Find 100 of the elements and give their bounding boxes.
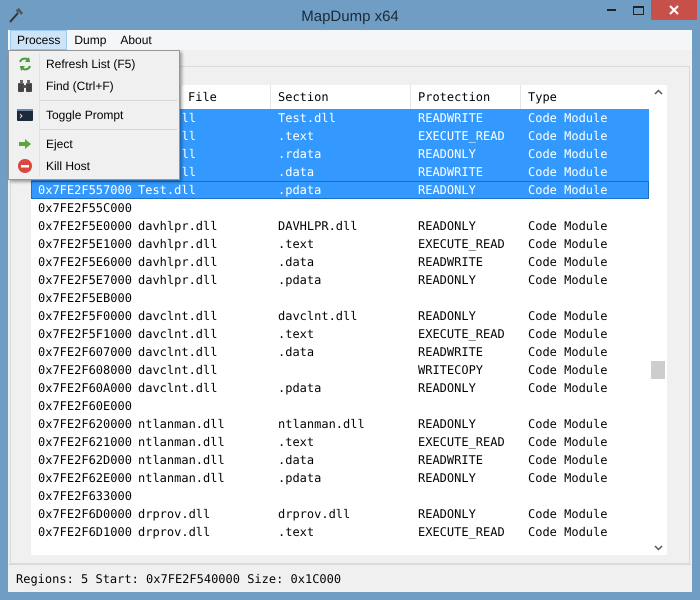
no-entry-icon: [17, 158, 33, 174]
table-row[interactable]: 0x7FE2F5F0000 davclnt.dll davclnt.dll READONLY Code Module: [31, 307, 649, 325]
table-cell: Code Module: [528, 111, 608, 125]
table-cell: EXECUTE_READ: [418, 237, 505, 251]
table-row[interactable]: 0x7FE2F55C000: [31, 199, 649, 217]
table-cell: .text: [278, 237, 314, 251]
table-cell: Code Module: [528, 255, 608, 269]
table-cell: Test.dll: [138, 183, 196, 197]
table-cell: Code Module: [528, 165, 608, 179]
table-row[interactable]: 0x7FE2F60E000: [31, 397, 649, 415]
table-cell: 0x7FE2F557000: [38, 183, 132, 197]
table-cell: davclnt.dll: [138, 381, 218, 395]
table-row[interactable]: 0x7FE2F607000 davclnt.dll .data READWRITE Code Module: [31, 343, 649, 361]
table-cell: Test.dll: [278, 111, 336, 125]
table-cell: .pdata: [278, 471, 322, 485]
table-row[interactable]: 0x7FE2F621000 ntlanman.dll .text EXECUTE_READ Code Module: [31, 433, 649, 451]
maximize-icon: [632, 6, 644, 14]
table-cell: .data: [278, 345, 314, 359]
table-cell: READONLY: [418, 147, 476, 161]
table-cell: 0x7FE2F621000: [38, 435, 132, 449]
table-row[interactable]: 0x7FE2F6D0000 drprov.dll drprov.dll READONLY Code Module: [31, 505, 649, 523]
table-cell: 0x7FE2F62D000: [38, 453, 132, 467]
table-cell: ll: [182, 147, 196, 161]
table-row[interactable]: 0x7FE2F5F1000 davclnt.dll .text EXECUTE_READ Code Module: [31, 325, 649, 343]
table-cell: 0x7FE2F60E000: [38, 399, 132, 413]
table-cell: 0x7FE2F6D0000: [38, 507, 132, 521]
table-cell: .data: [278, 255, 314, 269]
menu-item[interactable]: Process: [10, 30, 68, 50]
table-cell: 0x7FE2F620000: [38, 417, 132, 431]
table-cell: Code Module: [528, 183, 608, 197]
table-cell: READWRITE: [418, 453, 484, 467]
menu-item[interactable]: About: [113, 30, 159, 50]
table-row[interactable]: 0x7FE2F5E0000 davhlpr.dll DAVHLPR.dll READONLY Code Module: [31, 217, 649, 235]
table-cell: 0x7FE2F5E6000: [38, 255, 132, 269]
table-cell: READONLY: [418, 273, 476, 287]
table-cell: davclnt.dll: [138, 363, 218, 377]
table-cell: .text: [278, 435, 314, 449]
table-cell: READWRITE: [418, 111, 484, 125]
table-cell: Code Module: [528, 147, 608, 161]
table-cell: 0x7FE2F62E000: [38, 471, 132, 485]
table-cell: Code Module: [528, 417, 608, 431]
table-cell: EXECUTE_READ: [418, 525, 505, 539]
table-row[interactable]: 0x7FE2F5E1000 davhlpr.dll .text EXECUTE_READ Code Module: [31, 235, 649, 253]
table-cell: 0x7FE2F608000: [38, 363, 132, 377]
table-row[interactable]: 0x7FE2F5E7000 davhlpr.dll .pdata READONLY Code Module: [31, 271, 649, 289]
table-cell: davclnt.dll: [278, 309, 358, 323]
table-cell: READWRITE: [418, 345, 484, 359]
scrollbar-thumb[interactable]: [651, 361, 665, 379]
binoculars-icon: [17, 78, 33, 94]
table-cell: READONLY: [418, 417, 476, 431]
table-cell: drprov.dll: [138, 525, 210, 539]
table-cell: 0x7FE2F60A000: [38, 381, 132, 395]
table-cell: ntlanman.dll: [138, 471, 225, 485]
table-cell: 0x7FE2F5EB000: [38, 291, 132, 305]
close-button[interactable]: [651, 0, 697, 20]
window-title: MapDump x64: [301, 7, 399, 27]
table-row[interactable]: 0x7FE2F608000 davclnt.dll WRITECOPY Code Module: [31, 361, 649, 379]
table-cell: 0x7FE2F55C000: [38, 201, 132, 215]
table-cell: ntlanman.dll: [138, 417, 225, 431]
table-cell: READONLY: [418, 309, 476, 323]
table-row[interactable]: 0x7FE2F5EB000: [31, 289, 649, 307]
table-cell: READONLY: [418, 381, 476, 395]
table-cell: Code Module: [528, 435, 608, 449]
table-cell: Code Module: [528, 453, 608, 467]
table-row[interactable]: 0x7FE2F5E6000 davhlpr.dll .data READWRITE Code Module: [31, 253, 649, 271]
menu-item[interactable]: Refresh List (F5): [11, 53, 177, 75]
table-cell: Code Module: [528, 507, 608, 521]
menu-item[interactable]: Find (Ctrl+F): [11, 75, 177, 97]
table-cell: 0x7FE2F5E7000: [38, 273, 132, 287]
scroll-down-icon[interactable]: [654, 545, 662, 551]
table-cell: 0x7FE2F5F0000: [38, 309, 132, 323]
table-cell: EXECUTE_READ: [418, 435, 505, 449]
table-cell: drprov.dll: [138, 507, 210, 521]
table-row[interactable]: 0x7FE2F60A000 davclnt.dll .pdata READONLY Code Module: [31, 379, 649, 397]
table-row[interactable]: 0x7FE2F6D1000 drprov.dll .text EXECUTE_READ Code Module: [31, 523, 649, 541]
table-row[interactable]: 0x7FE2F633000: [31, 487, 649, 505]
table-cell: ll: [182, 129, 196, 143]
table-cell: EXECUTE_READ: [418, 129, 505, 143]
table-row[interactable]: 0x7FE2F620000 ntlanman.dll ntlanman.dll READONLY Code Module: [31, 415, 649, 433]
table-cell: 0x7FE2F5E1000: [38, 237, 132, 251]
table-cell: davhlpr.dll: [138, 237, 218, 251]
table-cell: Code Module: [528, 273, 608, 287]
status-text: Regions: 5 Start: 0x7FE2F540000 Size: 0x1C000: [16, 570, 342, 588]
table-cell: Code Module: [528, 327, 608, 341]
table-row[interactable]: 0x7FE2F62E000 ntlanman.dll .pdata READONLY Code Module: [31, 469, 649, 487]
table-cell: ntlanman.dll: [138, 435, 225, 449]
table-cell: .pdata: [278, 381, 322, 395]
terminal-icon: [17, 107, 33, 123]
scrollbar[interactable]: [649, 85, 667, 555]
table-row[interactable]: 0x7FE2F62D000 ntlanman.dll .data READWRITE Code Module: [31, 451, 649, 469]
table-cell: 0x7FE2F6D1000: [38, 525, 132, 539]
table-cell: Code Module: [528, 219, 608, 233]
table-cell: Code Module: [528, 471, 608, 485]
menu-item[interactable]: Dump: [67, 30, 114, 50]
table-cell: ll: [182, 165, 196, 179]
table-cell: davclnt.dll: [138, 345, 218, 359]
scroll-up-icon[interactable]: [654, 89, 662, 95]
table-cell: Code Module: [528, 345, 608, 359]
table-cell: davclnt.dll: [138, 327, 218, 341]
table-cell: drprov.dll: [278, 507, 350, 521]
